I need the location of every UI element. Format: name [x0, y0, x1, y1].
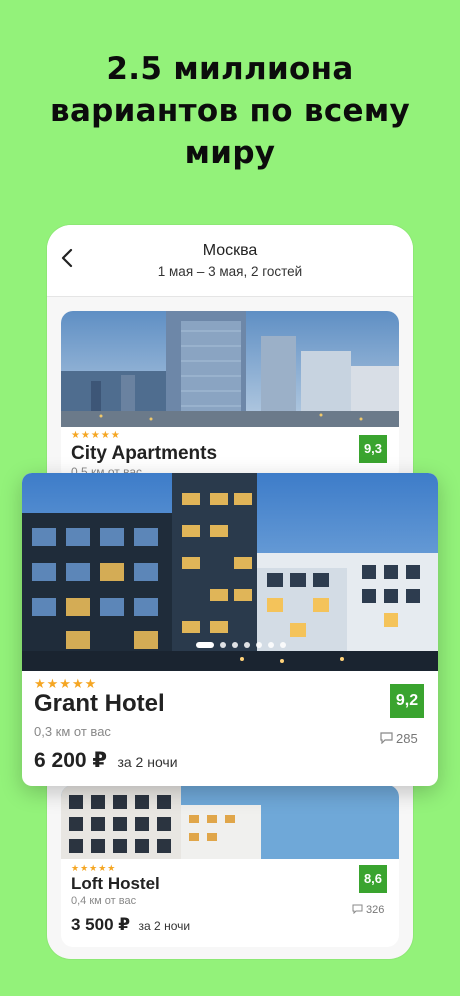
photo-pagination[interactable] [196, 636, 292, 648]
hotel-name: Grant Hotel [34, 690, 165, 717]
headline-line-3: миру [184, 135, 276, 171]
hotel-price: 6 200 ₽ [34, 749, 107, 772]
headline-line-2: вариантов по всему [50, 93, 410, 129]
hotel-card-grant-hotel[interactable]: ★★★★★ Grant Hotel 0,3 км от вас 6 200 ₽ … [22, 473, 438, 786]
price-period: за 2 ночи [117, 754, 178, 770]
hotel-distance: 0,4 км от вас [71, 895, 137, 907]
search-header: Москва 1 мая – 3 мая, 2 гостей [47, 225, 413, 297]
price-row: 3 500 ₽ за 2 ночи [71, 915, 190, 935]
comment-icon [380, 732, 393, 744]
hotel-photo [22, 473, 438, 671]
hotel-card-city-apartments[interactable]: ★★★★★ City Apartments 0,5 км от вас 9,3 [61, 311, 399, 481]
hotel-name: Loft Hostel [71, 874, 160, 893]
price-row: 6 200 ₽ за 2 ночи [34, 748, 178, 773]
hotel-photo [61, 311, 399, 427]
pagination-dot[interactable] [232, 641, 238, 648]
price-period: за 2 ночи [138, 919, 191, 933]
pagination-dot[interactable] [220, 641, 226, 648]
pagination-dot[interactable] [280, 641, 286, 648]
headline-line-1: 2.5 миллиона [106, 51, 354, 87]
rating-badge: 8,6 [359, 865, 387, 893]
rating-badge: 9,2 [390, 684, 424, 718]
hotel-price: 3 500 ₽ [71, 915, 131, 934]
star-rating: ★★★★★ [71, 863, 117, 873]
promo-headline: 2.5 миллиона вариантов по всему миру [0, 48, 460, 174]
hotel-distance: 0,3 км от вас [34, 724, 111, 739]
rating-badge: 9,3 [359, 435, 387, 463]
search-dates: 1 мая – 3 мая, 2 гостей [157, 264, 303, 279]
city-title: Москва [202, 242, 258, 259]
star-rating: ★★★★★ [71, 430, 121, 441]
pagination-dot[interactable] [268, 641, 274, 648]
comment-icon [352, 904, 363, 914]
review-count: 326 [352, 904, 384, 916]
review-count: 285 [380, 731, 418, 746]
pagination-dot[interactable] [244, 641, 250, 648]
hotel-name: City Apartments [71, 443, 218, 464]
hotel-card-loft-hostel[interactable]: ★★★★★ Loft Hostel 0,4 км от вас 3 500 ₽ … [61, 785, 399, 947]
pagination-dot[interactable] [196, 641, 214, 648]
pagination-dot[interactable] [256, 641, 262, 648]
hotel-photo [61, 785, 399, 859]
